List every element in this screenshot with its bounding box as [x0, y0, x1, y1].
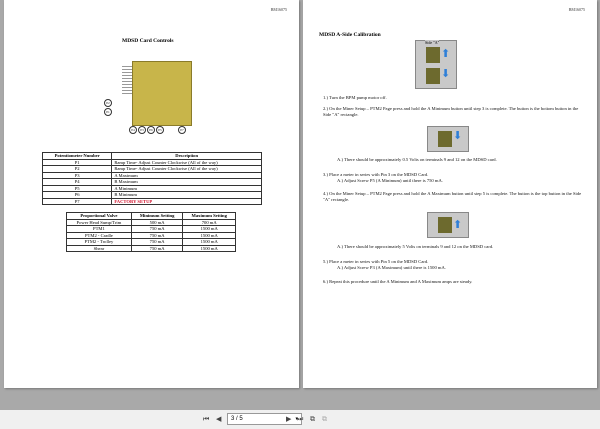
single-page-view-icon[interactable]: ⧉: [310, 415, 315, 424]
callout-p5: P5: [156, 126, 164, 134]
cell: Shear: [66, 244, 132, 252]
a-minimum-button-image: ⬇: [427, 126, 469, 152]
table-row: PTM2 - Trolley 750 mA 1500 mA: [66, 238, 236, 246]
page-value: 3 / 5: [231, 416, 243, 422]
callout-p6: P6: [147, 126, 155, 134]
pcb: [438, 131, 452, 147]
callout-p4: P4: [129, 126, 137, 134]
arrow-down-icon: ⬇: [441, 68, 451, 80]
step-2: 2.) On the Miner Setup – PTM2 Page press…: [323, 106, 579, 117]
valve-table: Proportional Valve Minimum Setting Maximum…: [66, 212, 236, 252]
arrow-down-icon: ⬇: [453, 130, 463, 142]
prev-page-icon[interactable]: ◀: [216, 415, 221, 423]
arrow-up-icon: ⬆: [441, 48, 451, 60]
table-row: PTM2 - Cradle 750 mA 1500 mA: [66, 231, 236, 239]
callout-p1: P1: [104, 108, 112, 116]
cell: FACTORY SETUP: [111, 197, 262, 205]
potentiometer-table: Potentiometer Number Description P1 Ramp T…: [41, 152, 262, 205]
page-right: BM16075 MDSD A-Side Calibration Side "A"…: [303, 0, 597, 388]
a-maximum-button-image: ⬆: [427, 212, 469, 238]
page-left: BM16075 MDSD Card Controls P2 P1 P4 P3 P…: [4, 0, 299, 388]
cell: P7: [41, 197, 113, 205]
button-image: [426, 68, 440, 84]
cell: 1500 mA: [182, 244, 236, 252]
callout-p3: P3: [138, 126, 146, 134]
side-a-label: Side "A": [425, 40, 440, 45]
card-photo: P2 P1 P4 P3 P6 P5 P7: [94, 44, 204, 134]
step-2a: A.) There should be approximately 0.5 Vo…: [337, 157, 497, 162]
step-3a: A.) Adjust Screw P5 (A Minimum) until th…: [337, 178, 443, 183]
arrow-up-icon: ⬆: [453, 219, 463, 231]
pcb: [438, 217, 452, 233]
table-row: Power Head Sump/Trim 500 mA 700 mA: [66, 218, 236, 226]
step-5a: A.) Adjust Screw P3 (A Maximum) until th…: [337, 265, 446, 270]
doc-id: BM16075: [270, 7, 287, 12]
doc-id: BM16075: [568, 7, 585, 12]
table-row: Shear 750 mA 1500 mA: [66, 244, 236, 252]
viewer-toolbar: ⏮ ◀ 3 / 5 ▾ ▶ ⏭ ⧉ ⧉: [0, 410, 600, 429]
table-row: P7 FACTORY SETUP: [41, 197, 262, 205]
button-image: [426, 47, 440, 63]
callout-p7: P7: [178, 126, 186, 134]
page-title: MDSD A-Side Calibration: [319, 32, 381, 38]
step-4a: A.) There should be approximately 5 Volt…: [337, 244, 494, 249]
next-page-icon[interactable]: ▶: [286, 415, 291, 423]
two-page-view-icon[interactable]: ⧉: [322, 415, 327, 424]
first-page-icon[interactable]: ⏮: [203, 415, 209, 424]
step-4: 4.) On the Miner Setup – PTM2 Page press…: [323, 191, 582, 202]
connector-pins: [122, 66, 132, 96]
circuit-board: [132, 61, 192, 126]
last-page-icon[interactable]: ⏭: [297, 415, 303, 424]
step-6: 6.) Repeat this procedure until the A Mi…: [323, 279, 473, 284]
cell: 750 mA: [130, 244, 184, 252]
callout-p2: P2: [104, 99, 112, 107]
step-1: 1.) Turn the BPM pump motor off.: [323, 95, 387, 100]
side-a-panel: Side "A" ⬆ ⬇: [415, 40, 457, 89]
